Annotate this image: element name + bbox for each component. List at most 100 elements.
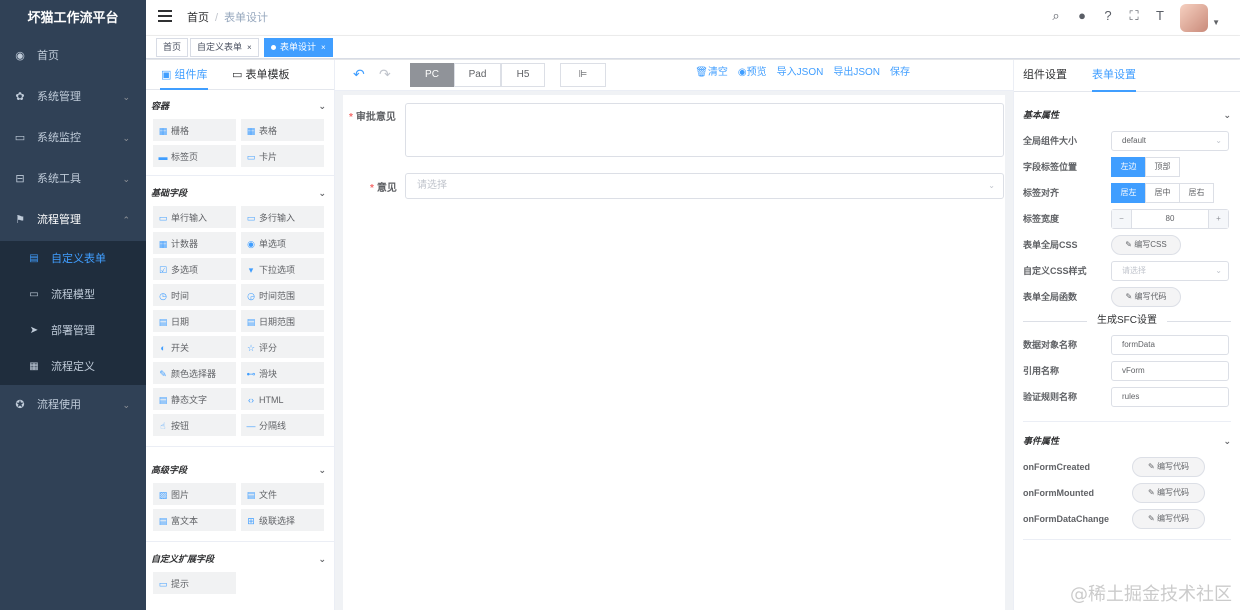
tag-label: 首页 xyxy=(163,42,182,52)
tab-form-settings[interactable]: 表单设置 xyxy=(1092,60,1136,92)
tag-label: 表单设计 xyxy=(280,42,317,52)
redo-icon[interactable]: ↷ xyxy=(379,60,391,88)
close-icon[interactable]: × xyxy=(321,43,326,52)
group-custom[interactable]: 自定义扩展字段 ⌄ xyxy=(146,546,334,572)
opinion-select[interactable]: 请选择 ⌄ xyxy=(405,173,1004,199)
widget-grid[interactable]: ▦ 栅格 xyxy=(153,119,236,141)
search-icon[interactable]: ⌕ xyxy=(1048,8,1064,24)
widget-color[interactable]: ✎ 颜色选择器 xyxy=(153,362,236,384)
undo-icon[interactable]: ↶ xyxy=(353,60,365,88)
edit-code-button[interactable]: ✎ 编写代码 xyxy=(1132,457,1205,477)
edit-code-button[interactable]: ✎ 编写代码 xyxy=(1132,509,1205,529)
submenu-item-custom-form[interactable]: ▤ 自定义表单 xyxy=(0,241,146,277)
group-advanced[interactable]: 高级字段 ⌄ xyxy=(146,457,334,483)
tag-form-design[interactable]: 表单设计 × xyxy=(264,38,333,57)
ref-name-input[interactable]: vForm xyxy=(1111,361,1229,381)
edit-code-button[interactable]: ✎ 编写代码 xyxy=(1111,287,1181,307)
widget-rate[interactable]: ☆ 评分 xyxy=(241,336,324,358)
widget-button[interactable]: ☝ 按钮 xyxy=(153,414,236,436)
widget-time[interactable]: ◷ 时间 xyxy=(153,284,236,306)
widget-file[interactable]: ▤ 文件 xyxy=(241,483,324,505)
caret-down-icon[interactable]: ▼ xyxy=(1212,18,1220,27)
widget-textarea[interactable]: ▭ 多行输入 xyxy=(241,206,324,228)
widget-html[interactable]: ‹› HTML xyxy=(241,388,324,410)
tree-view-button[interactable]: ⊫ xyxy=(560,63,606,87)
label-position-top[interactable]: 顶部 xyxy=(1145,157,1180,177)
approval-textarea[interactable] xyxy=(405,103,1004,157)
tab-widget-settings[interactable]: 组件设置 xyxy=(1023,60,1067,90)
align-right[interactable]: 居右 xyxy=(1179,183,1214,203)
label-position-left[interactable]: 左边 xyxy=(1111,157,1146,177)
avatar[interactable] xyxy=(1180,4,1208,32)
menu-item-flow-use[interactable]: ✪ 流程使用 ⌄ xyxy=(0,385,146,426)
widget-card[interactable]: ▭ 卡片 xyxy=(241,145,324,167)
widget-time-range[interactable]: ◶ 时间范围 xyxy=(241,284,324,306)
breadcrumb-current: 表单设计 xyxy=(224,12,269,24)
menu-item-flow[interactable]: ⚑ 流程管理 ⌃ xyxy=(0,200,146,241)
widget-cascader[interactable]: ⊞ 级联选择 xyxy=(241,509,324,531)
widget-date[interactable]: ▤ 日期 xyxy=(153,310,236,332)
align-left[interactable]: 居左 xyxy=(1111,183,1146,203)
device-h5[interactable]: H5 xyxy=(501,63,545,87)
tag-custom-form[interactable]: 自定义表单 × xyxy=(190,38,259,57)
help-icon[interactable]: ? xyxy=(1100,8,1116,24)
custom-css-select[interactable]: 请选择 ⌄ xyxy=(1111,261,1229,281)
widget-input[interactable]: ▭ 单行输入 xyxy=(153,206,236,228)
plus-button[interactable]: + xyxy=(1208,210,1228,228)
widget-static-text[interactable]: ▤ 静态文字 xyxy=(153,388,236,410)
widget-tabs[interactable]: ▬ 标签页 xyxy=(153,145,236,167)
import-json-button[interactable]: 导入JSON xyxy=(777,60,824,86)
tab-components[interactable]: ▣ 组件库 xyxy=(160,60,209,90)
widget-number[interactable]: ▦ 计数器 xyxy=(153,232,236,254)
group-container[interactable]: 容器 ⌄ xyxy=(146,93,334,119)
export-json-button[interactable]: 导出JSON xyxy=(833,60,880,86)
data-object-input[interactable]: formData xyxy=(1111,335,1229,355)
fullscreen-icon[interactable]: ⛶ xyxy=(1126,8,1142,24)
widget-date-range[interactable]: ▤ 日期范围 xyxy=(241,310,324,332)
size-select[interactable]: default ⌄ xyxy=(1111,131,1229,151)
font-size-icon[interactable]: T xyxy=(1152,8,1168,24)
device-pc[interactable]: PC xyxy=(410,63,454,87)
widget-slider[interactable]: ⊷ 滑块 xyxy=(241,362,324,384)
save-button[interactable]: 保存 xyxy=(890,60,910,86)
submenu-item-deploy[interactable]: ➤ 部署管理 xyxy=(0,313,146,349)
menu-item-monitor[interactable]: ▭ 系统监控 ⌄ xyxy=(0,118,146,159)
widget-picture[interactable]: ▨ 图片 xyxy=(153,483,236,505)
hamburger-icon[interactable] xyxy=(158,10,172,22)
gear-icon: ✿ xyxy=(15,91,25,103)
widget-divider[interactable]: — 分隔线 xyxy=(241,414,324,436)
group-items: ▨ 图片 ▤ 文件 ▤ 富文本 ⊞ 级联选择 xyxy=(146,483,334,531)
label-width-stepper[interactable]: − 80 + xyxy=(1111,209,1229,229)
row-data-object: 数据对象名称 formData xyxy=(1014,332,1240,358)
widget-switch[interactable]: ◐ 开关 xyxy=(153,336,236,358)
basic-props-header[interactable]: 基本属性 ⌄ xyxy=(1014,102,1240,128)
widget-select[interactable]: ▾ 下拉选项 xyxy=(241,258,324,280)
preview-button[interactable]: ◉预览 xyxy=(738,60,767,86)
close-icon[interactable]: × xyxy=(247,43,252,52)
widget-label: 时间范围 xyxy=(259,291,296,301)
device-pad[interactable]: Pad xyxy=(454,63,501,87)
group-basic[interactable]: 基础字段 ⌄ xyxy=(146,180,334,206)
menu-item-home[interactable]: ◉ 首页 xyxy=(0,36,146,77)
submenu-item-definition[interactable]: ▦ 流程定义 xyxy=(0,349,146,385)
menu-item-system[interactable]: ✿ 系统管理 ⌄ xyxy=(0,77,146,118)
align-center[interactable]: 居中 xyxy=(1145,183,1180,203)
github-icon[interactable]: ● xyxy=(1074,8,1090,24)
edit-css-button[interactable]: ✎ 编写CSS xyxy=(1111,235,1181,255)
widget-rich-text[interactable]: ▤ 富文本 xyxy=(153,509,236,531)
widget-tip[interactable]: ▭ 提示 xyxy=(153,572,236,594)
tip-icon: ▭ xyxy=(158,579,168,589)
minus-button[interactable]: − xyxy=(1112,210,1132,228)
widget-checkbox[interactable]: ☑ 多选项 xyxy=(153,258,236,280)
submenu-item-model[interactable]: ▭ 流程模型 xyxy=(0,277,146,313)
rules-name-input[interactable]: rules xyxy=(1111,387,1229,407)
widget-table[interactable]: ▦ 表格 xyxy=(241,119,324,141)
tab-templates[interactable]: ▭ 表单模板 xyxy=(232,60,289,90)
clear-button[interactable]: 🗑︎清空 xyxy=(695,60,728,86)
breadcrumb-home[interactable]: 首页 xyxy=(187,12,209,24)
tag-home[interactable]: 首页 xyxy=(156,38,189,57)
edit-code-button[interactable]: ✎ 编写代码 xyxy=(1132,483,1205,503)
widget-radio[interactable]: ◉ 单选项 xyxy=(241,232,324,254)
event-props-header[interactable]: 事件属性 ⌄ xyxy=(1014,428,1240,454)
menu-item-tools[interactable]: ⊟ 系统工具 ⌄ xyxy=(0,159,146,200)
